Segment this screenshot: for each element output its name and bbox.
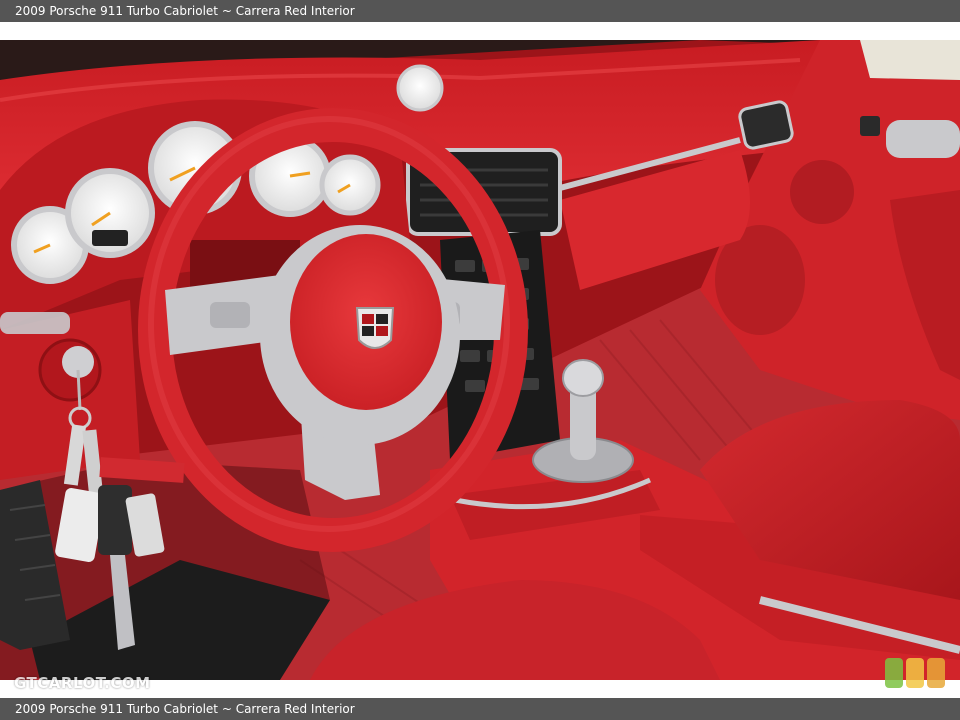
badge-green-tile <box>885 658 903 688</box>
interior-photo <box>0 40 960 680</box>
passenger-vent <box>738 100 794 150</box>
interior-illustration <box>0 40 960 680</box>
gtcarlot-badge <box>885 658 947 688</box>
porsche-crest-icon <box>355 307 395 349</box>
gear-knob <box>562 359 604 397</box>
badge-orange-tile <box>927 658 945 688</box>
badge-yellow-tile <box>906 658 924 688</box>
bottom-caption-text: 2009 Porsche 911 Turbo Cabriolet ~ Carre… <box>15 702 355 716</box>
door-handle <box>886 120 960 158</box>
top-caption-text: 2009 Porsche 911 Turbo Cabriolet ~ Carre… <box>15 4 355 18</box>
window-view <box>860 40 960 80</box>
left-trim <box>0 312 70 334</box>
key-fob <box>98 485 132 555</box>
watermark-text: GTCARLOT.COM <box>14 674 151 692</box>
door-speaker-upper <box>790 160 854 224</box>
top-caption-bar: 2009 Porsche 911 Turbo Cabriolet ~ Carre… <box>0 0 960 22</box>
bottom-caption-bar: 2009 Porsche 911 Turbo Cabriolet ~ Carre… <box>0 698 960 720</box>
door-lock-button <box>860 116 880 136</box>
dash-clock <box>396 64 444 112</box>
